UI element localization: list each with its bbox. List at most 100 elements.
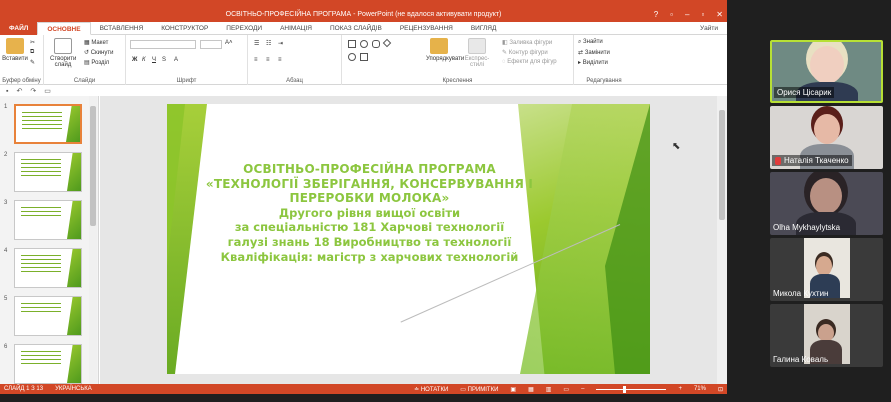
grow-font-icon[interactable]: A˄: [225, 40, 233, 46]
thumbnail-6[interactable]: 6: [4, 344, 96, 384]
thumbnail-5[interactable]: 5: [4, 296, 96, 336]
slide-sorter-icon[interactable]: ▦: [528, 386, 534, 393]
zoom-level[interactable]: 71%: [694, 386, 706, 392]
font-family-select[interactable]: [130, 40, 196, 49]
paste-button[interactable]: Вставити: [2, 38, 28, 62]
shape-rectangle-icon[interactable]: [348, 40, 356, 48]
maximize-icon[interactable]: ▫: [701, 10, 704, 19]
ribbon-tabs: ФАЙЛ ОСНОВНЕ ВСТАВЛЕННЯ КОНСТРУКТОР ПЕРЕ…: [0, 21, 727, 35]
participant-tile[interactable]: Орися Цісарик: [770, 40, 883, 103]
cut-icon[interactable]: ✂: [30, 39, 35, 46]
underline-icon[interactable]: Ч: [152, 57, 156, 63]
slide-subtitle-line-2: за спеціальністю 181 Харчові технології: [234, 220, 505, 235]
thumbnail-2[interactable]: 2: [4, 152, 96, 192]
bold-icon[interactable]: Ж: [132, 57, 137, 63]
pen-icon: ✎: [502, 50, 509, 56]
quick-styles-button[interactable]: Експрес-стилі: [464, 38, 490, 68]
shape-oval-icon[interactable]: [360, 40, 368, 48]
language-indicator[interactable]: УКРАЇНСЬКА: [55, 386, 92, 392]
shape-square-icon[interactable]: [360, 53, 368, 61]
tab-slideshow[interactable]: ПОКАЗ СЛАЙДІВ: [321, 22, 391, 35]
participant-tile[interactable]: Микола Кухтин: [770, 238, 883, 301]
new-slide-icon: [54, 38, 72, 54]
copy-icon[interactable]: ⧉: [30, 49, 34, 56]
redo-icon[interactable]: ↷: [30, 87, 36, 95]
current-slide[interactable]: ОСВІТНЬО-ПРОФЕСІЙНА ПРОГРАМА «ТЕХНОЛОГІЇ…: [167, 104, 650, 374]
reset-button[interactable]: ↺ Скинути: [84, 49, 113, 56]
save-icon[interactable]: ▪: [6, 88, 8, 95]
indent-icon[interactable]: ⇥: [278, 40, 283, 47]
ribbon-display-icon[interactable]: ▫: [670, 10, 673, 19]
tab-transitions[interactable]: ПЕРЕХОДИ: [217, 22, 271, 35]
minimize-icon[interactable]: –: [685, 10, 689, 19]
slide-title-block[interactable]: ОСВІТНЬО-ПРОФЕСІЙНА ПРОГРАМА «ТЕХНОЛОГІЇ…: [202, 162, 537, 264]
tab-animations[interactable]: АНІМАЦІЯ: [271, 22, 321, 35]
find-label: Знайти: [583, 39, 603, 45]
tab-review[interactable]: РЕЦЕНЗУВАННЯ: [391, 22, 462, 35]
layout-button[interactable]: ▦ Макет: [84, 39, 108, 46]
participant-name: Галина Коваль: [773, 355, 829, 364]
shape-circle-icon[interactable]: [348, 53, 356, 61]
tab-design[interactable]: КОНСТРУКТОР: [152, 22, 217, 35]
align-center-icon[interactable]: ≡: [266, 57, 270, 63]
thumbnails-scroll-thumb[interactable]: [90, 106, 96, 226]
participant-tile[interactable]: Olha Mykhaylytska: [770, 172, 883, 235]
thumbnail-4[interactable]: 4: [4, 248, 96, 288]
font-color-icon[interactable]: A: [174, 57, 178, 63]
tab-view[interactable]: ВИГЛЯД: [462, 22, 506, 35]
participant-tile[interactable]: Галина Коваль: [770, 304, 883, 367]
shape-outline-button[interactable]: ✎ Контур фігури: [502, 49, 548, 56]
align-left-icon[interactable]: ≡: [254, 57, 258, 63]
shape-diamond-icon[interactable]: [382, 38, 392, 48]
thumbnail-1[interactable]: 1: [4, 104, 96, 144]
help-icon[interactable]: ?: [654, 10, 658, 19]
user-account[interactable]: Уайти: [691, 22, 727, 35]
italic-icon[interactable]: К: [142, 57, 146, 63]
undo-icon[interactable]: ↶: [16, 87, 22, 95]
zoom-slider[interactable]: [596, 385, 667, 393]
close-icon[interactable]: ✕: [716, 10, 723, 19]
shape-outline-label: Контур фігури: [508, 50, 548, 56]
paste-icon: [6, 38, 24, 54]
clipboard-group-label: Буфер обміну: [2, 78, 41, 84]
zoom-in-icon[interactable]: +: [678, 386, 682, 392]
font-size-select[interactable]: [200, 40, 222, 49]
zoom-slider-thumb[interactable]: [623, 385, 627, 393]
normal-view-icon[interactable]: ▣: [510, 386, 516, 393]
thumbnails-scrollbar[interactable]: [89, 96, 97, 384]
align-right-icon[interactable]: ≡: [278, 57, 282, 63]
section-button[interactable]: ▤ Розділ: [84, 59, 109, 66]
shape-rounded-icon[interactable]: [372, 40, 380, 48]
canvas-scrollbar[interactable]: [717, 96, 727, 384]
participant-tile[interactable]: Наталія Ткаченко: [770, 106, 883, 169]
shape-fill-button[interactable]: ◧ Заливка фігури: [502, 39, 552, 46]
shape-effects-button[interactable]: ◌ Ефекти для фігур: [502, 59, 557, 65]
notes-button[interactable]: ≐ НОТАТКИ: [414, 386, 448, 393]
replace-button[interactable]: ⇄ Замінити: [578, 49, 610, 56]
zoom-out-icon[interactable]: –: [581, 386, 584, 392]
tab-file[interactable]: ФАЙЛ: [0, 21, 38, 35]
tab-home[interactable]: ОСНОВНЕ: [37, 21, 91, 35]
slideshow-icon[interactable]: ▭: [563, 386, 569, 393]
format-painter-icon[interactable]: ✎: [30, 59, 35, 66]
bullets-icon[interactable]: ☰: [254, 40, 259, 47]
section-label: Розділ: [91, 60, 110, 66]
new-slide-button[interactable]: Створити слайд: [50, 38, 76, 68]
arrange-button[interactable]: Упорядкувати: [426, 38, 464, 62]
strikethrough-icon[interactable]: S: [162, 57, 166, 63]
slide-title-line-3: ПЕРЕРОБКИ МОЛОКА»: [289, 191, 450, 206]
find-button[interactable]: ⌕ Знайти: [578, 39, 603, 46]
bottom-strip: [0, 394, 727, 402]
comments-button[interactable]: ▭ ПРИМІТКИ: [460, 386, 498, 393]
canvas-scroll-thumb[interactable]: [719, 110, 725, 220]
tab-insert[interactable]: ВСТАВЛЕННЯ: [91, 22, 153, 35]
start-slideshow-icon[interactable]: ▭: [44, 87, 51, 95]
group-editing: ⌕ Знайти ⇄ Замінити ▸ Виділити Редагуван…: [574, 35, 634, 85]
reading-view-icon[interactable]: ▥: [546, 386, 552, 393]
thumbnail-image: [14, 200, 82, 240]
thumbnail-3[interactable]: 3: [4, 200, 96, 240]
select-button[interactable]: ▸ Виділити: [578, 59, 608, 66]
fit-slide-icon[interactable]: ⊡: [718, 386, 723, 393]
arrange-icon: [430, 38, 448, 54]
numbering-icon[interactable]: ☷: [266, 40, 271, 47]
